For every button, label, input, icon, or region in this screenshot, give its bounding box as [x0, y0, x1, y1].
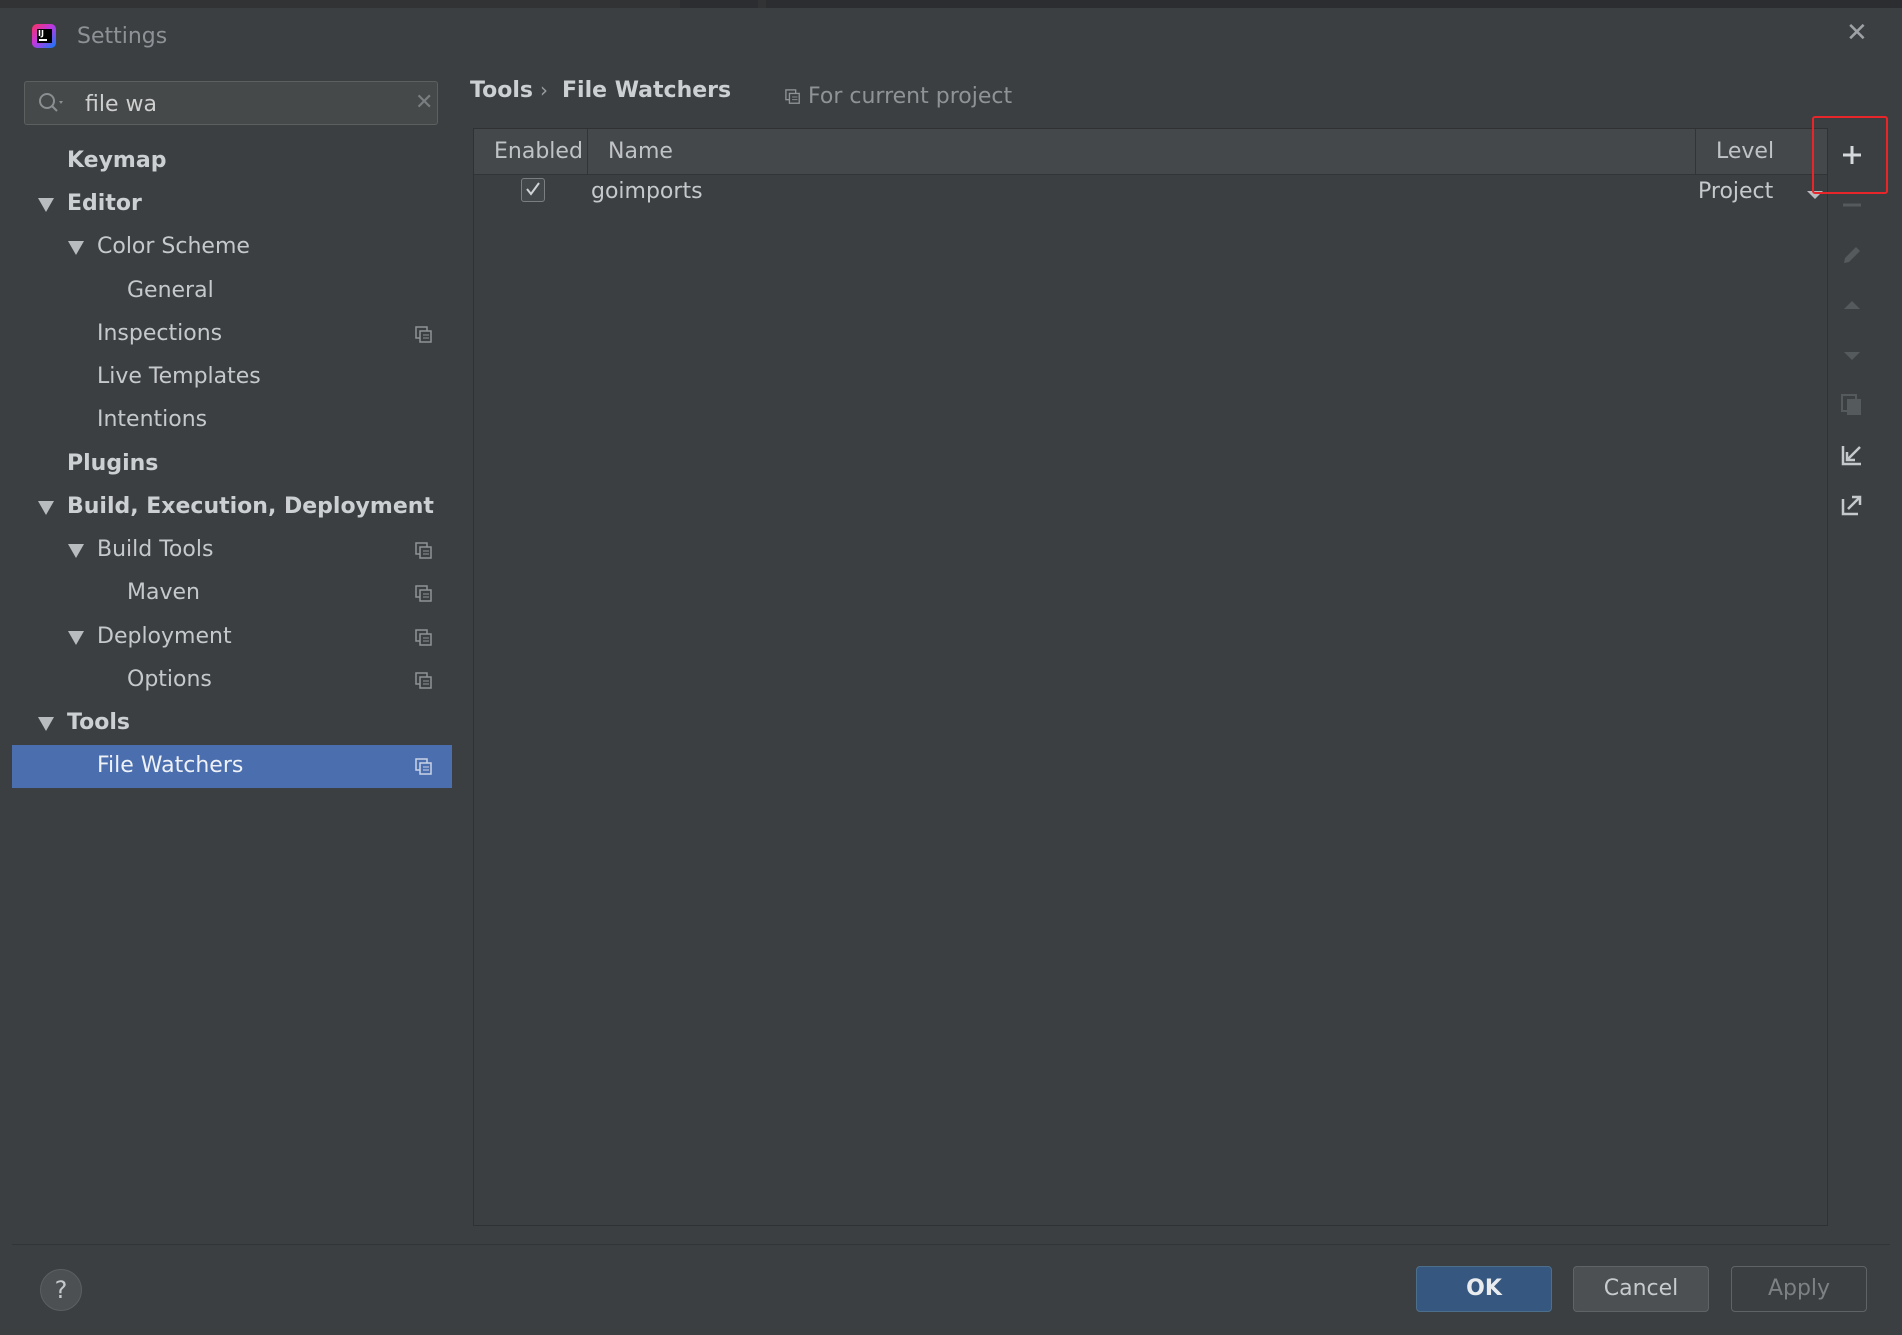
- watcher-level[interactable]: Project: [1698, 179, 1773, 204]
- project-scope-icon: [415, 758, 432, 775]
- sidebar-item-editor[interactable]: Editor: [12, 183, 452, 226]
- clear-search-icon[interactable]: ✕: [415, 90, 433, 115]
- top-strip-segment: [680, 0, 758, 8]
- close-icon[interactable]: ✕: [1846, 18, 1868, 48]
- export-button[interactable]: [1828, 483, 1876, 527]
- project-scope-icon: [415, 629, 432, 646]
- expand-arrow-icon[interactable]: [68, 631, 84, 645]
- column-header-name[interactable]: Name: [608, 139, 673, 164]
- sidebar-item-label: Color Scheme: [97, 234, 250, 259]
- sidebar-item-color-scheme[interactable]: Color Scheme: [12, 226, 452, 269]
- move-down-button[interactable]: [1828, 333, 1876, 377]
- sidebar-item-intentions[interactable]: Intentions: [12, 399, 452, 442]
- intellij-logo-icon: IJ: [32, 24, 56, 48]
- ok-button[interactable]: OK: [1416, 1266, 1552, 1312]
- project-scope-icon: [785, 89, 800, 104]
- sidebar-item-build-tools[interactable]: Build Tools: [12, 529, 452, 572]
- import-button[interactable]: [1828, 433, 1876, 477]
- sidebar-item-label: Editor: [67, 191, 142, 216]
- search-box[interactable]: ✕: [24, 81, 438, 125]
- project-scope-icon: [415, 326, 432, 343]
- sidebar-item-inspections[interactable]: Inspections: [12, 313, 452, 356]
- sidebar-item-build-execution-deployment[interactable]: Build, Execution, Deployment: [12, 486, 452, 529]
- search-input[interactable]: [83, 88, 387, 120]
- level-dropdown-icon[interactable]: [1807, 191, 1823, 199]
- move-up-icon: [1844, 301, 1860, 309]
- add-button[interactable]: [1828, 133, 1876, 177]
- settings-sidebar: ✕ Keymap Editor Color Scheme General Ins…: [12, 68, 452, 1244]
- breadcrumb-file-watchers: File Watchers: [562, 78, 732, 103]
- apply-button[interactable]: Apply: [1731, 1266, 1867, 1312]
- project-scope-icon: [415, 542, 432, 559]
- copy-button[interactable]: [1828, 383, 1876, 427]
- sidebar-item-label: Keymap: [67, 148, 167, 173]
- remove-icon: [1843, 203, 1861, 207]
- sidebar-item-label: General: [127, 278, 214, 303]
- breadcrumb-separator: ›: [540, 78, 548, 102]
- sidebar-item-label: Plugins: [67, 451, 159, 476]
- export-icon: [1841, 495, 1862, 516]
- sidebar-item-tools[interactable]: Tools: [12, 702, 452, 745]
- sidebar-item-label: Intentions: [97, 407, 208, 432]
- file-watchers-table: Enabled Name Level goimports Project: [473, 128, 1828, 1226]
- move-down-icon: [1844, 352, 1860, 360]
- dialog-footer: ? OK Cancel Apply: [0, 1245, 1902, 1335]
- project-scope-icon: [415, 585, 432, 602]
- sidebar-item-label: Maven: [127, 580, 200, 605]
- sidebar-item-live-templates[interactable]: Live Templates: [12, 356, 452, 399]
- table-toolbar: [1827, 128, 1876, 1224]
- remove-button[interactable]: [1828, 183, 1876, 227]
- sidebar-item-label: Deployment: [97, 624, 232, 649]
- expand-arrow-icon[interactable]: [68, 544, 84, 558]
- top-strip-segment: [766, 0, 1902, 8]
- sidebar-item-label: Live Templates: [97, 364, 261, 389]
- sidebar-item-label: Inspections: [97, 321, 223, 346]
- column-header-enabled[interactable]: Enabled: [494, 139, 583, 164]
- move-up-button[interactable]: [1828, 283, 1876, 327]
- watcher-name: goimports: [591, 179, 703, 204]
- sidebar-item-file-watchers[interactable]: File Watchers: [12, 745, 452, 788]
- sidebar-item-label: Build Tools: [97, 537, 214, 562]
- breadcrumb-tools[interactable]: Tools: [470, 78, 533, 103]
- add-icon: [1843, 146, 1861, 164]
- settings-dialog: IJ Settings ✕ ✕ Keymap Editor Color: [0, 0, 1902, 1335]
- expand-arrow-icon[interactable]: [38, 501, 54, 515]
- project-scope-icon: [415, 672, 432, 689]
- column-header-level[interactable]: Level: [1716, 139, 1774, 164]
- sidebar-item-label: Tools: [67, 710, 130, 735]
- sidebar-item-options[interactable]: Options: [12, 659, 452, 702]
- search-icon[interactable]: [37, 91, 67, 115]
- expand-arrow-icon[interactable]: [38, 717, 54, 731]
- sidebar-item-deployment[interactable]: Deployment: [12, 616, 452, 659]
- sidebar-item-general[interactable]: General: [12, 270, 452, 313]
- title-bar: IJ Settings ✕: [0, 8, 1902, 68]
- sidebar-item-keymap[interactable]: Keymap: [12, 140, 452, 183]
- sidebar-item-plugins[interactable]: Plugins: [12, 443, 452, 486]
- expand-arrow-icon[interactable]: [38, 198, 54, 212]
- expand-arrow-icon[interactable]: [68, 241, 84, 255]
- column-divider: [587, 129, 588, 174]
- edit-icon: [1844, 247, 1860, 263]
- table-header: Enabled Name Level: [474, 129, 1827, 175]
- checkmark-icon: [526, 182, 540, 196]
- table-row[interactable]: goimports Project: [474, 175, 1827, 211]
- cancel-button[interactable]: Cancel: [1573, 1266, 1709, 1312]
- help-button[interactable]: ?: [40, 1269, 82, 1311]
- sidebar-item-label: File Watchers: [97, 753, 244, 778]
- sidebar-item-label: Build, Execution, Deployment: [67, 494, 434, 519]
- top-strip: [0, 0, 1902, 8]
- import-icon: [1841, 446, 1861, 466]
- enabled-checkbox[interactable]: [521, 178, 545, 202]
- copy-icon: [1841, 394, 1861, 415]
- sidebar-item-maven[interactable]: Maven: [12, 572, 452, 615]
- scope-label: For current project: [808, 84, 1013, 109]
- edit-button[interactable]: [1828, 233, 1876, 277]
- column-divider: [1695, 129, 1696, 174]
- window-title: Settings: [77, 24, 168, 49]
- sidebar-item-label: Options: [127, 667, 212, 692]
